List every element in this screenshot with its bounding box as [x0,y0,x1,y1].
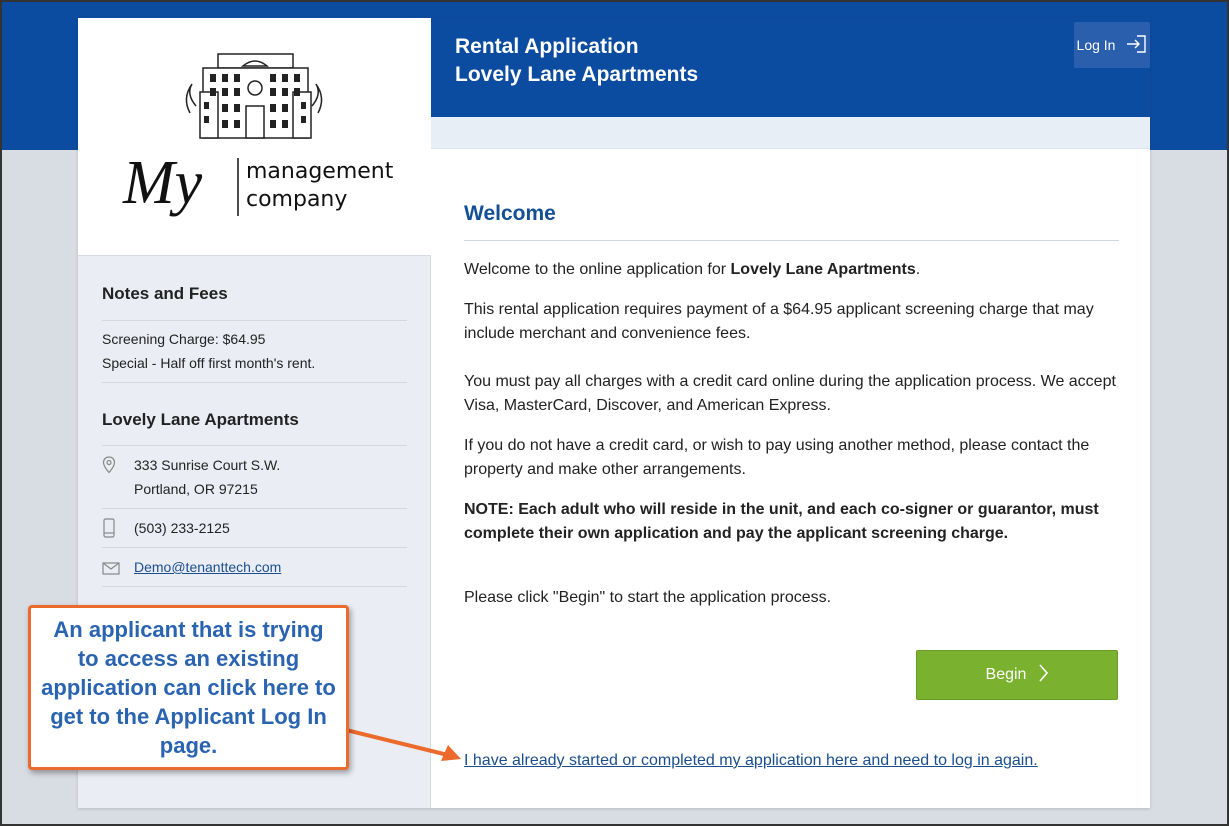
other-payment-paragraph: If you do not have a credit card, or wis… [464,437,1090,478]
envelope-icon [102,562,120,580]
building-logo-icon: My management company [122,53,394,217]
property-name-title: Lovely Lane Apartments [455,63,699,86]
intro-paragraph: Welcome to the online application for Lo… [464,258,1119,282]
property-address: 333 Sunrise Court S.W. Portland, OR 9721… [134,453,280,501]
screening-charge-note: Screening Charge: $64.95 [102,331,266,347]
divider [102,382,407,383]
divider [102,547,407,548]
divider [102,320,407,321]
divider [464,240,1119,241]
already-started-login-link[interactable]: I have already started or completed my a… [464,752,1038,770]
email-link[interactable]: Demo@tenanttech.com [134,559,281,575]
phone-icon [102,518,116,543]
special-note: Special - Half off first month's rent. [102,355,316,371]
fee-paragraph: This rental application requires payment… [464,301,1094,342]
svg-text:company: company [246,187,347,212]
address-line2: Portland, OR 97215 [134,481,258,497]
svg-text:My: My [122,149,203,217]
callout-arrow-icon [341,727,461,761]
intro-text: Welcome to the online application for [464,261,731,278]
card-paragraph: You must pay all charges with a credit c… [464,373,1116,414]
location-pin-icon [102,456,116,479]
divider [102,445,407,446]
login-label: Log In [1076,37,1116,53]
login-icon [1125,34,1147,56]
chevron-right-icon [1038,663,1049,687]
app-title: Rental Application [455,35,639,58]
header-strip [431,117,1150,149]
click-begin-paragraph: Please click "Begin" to start the applic… [464,589,832,606]
begin-label: Begin [985,666,1027,683]
svg-text:management: management [246,159,394,184]
divider [102,508,407,509]
notes-fees-title: Notes and Fees [102,284,228,303]
annotation-callout: An applicant that is trying to access an… [28,605,349,770]
company-logo: My management company [78,18,431,256]
intro-period: . [915,261,921,278]
divider [102,586,407,587]
begin-button[interactable]: Begin [916,650,1118,700]
note-paragraph: NOTE: Each adult who will reside in the … [464,501,1099,542]
property-phone: (503) 233-2125 [134,520,230,536]
property-title: Lovely Lane Apartments [102,410,299,429]
login-button[interactable]: Log In [1074,22,1150,68]
app-header: Rental Application Lovely Lane Apartment… [431,18,1150,117]
address-line1: 333 Sunrise Court S.W. [134,457,281,473]
intro-property: Lovely Lane Apartments [730,261,916,278]
welcome-heading: Welcome [464,202,556,225]
property-email[interactable]: Demo@tenanttech.com [134,555,281,579]
